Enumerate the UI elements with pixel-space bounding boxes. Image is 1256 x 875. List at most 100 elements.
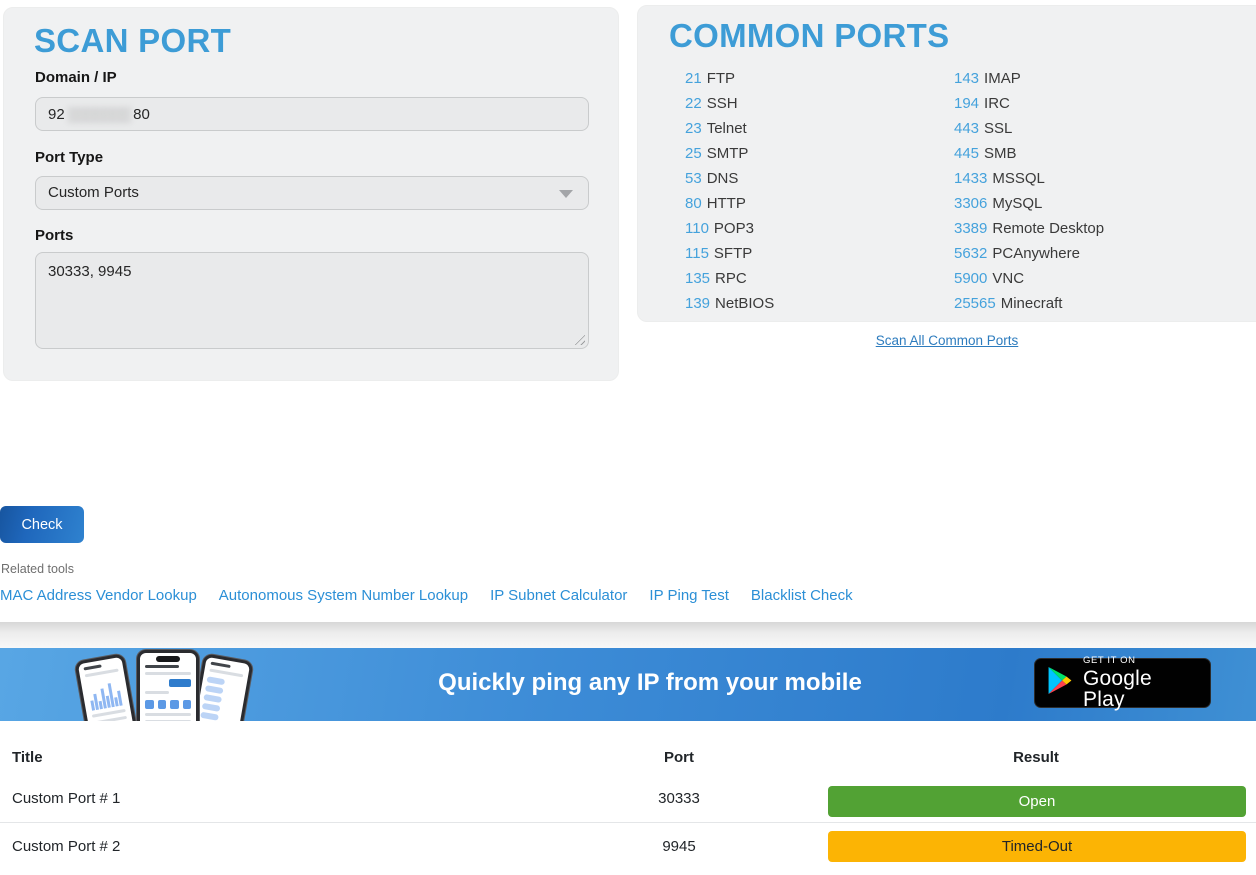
port-name: NetBIOS	[715, 295, 774, 312]
port-number: 110	[685, 220, 709, 237]
domain-ip-value-suffix: 80	[133, 106, 150, 123]
port-name: IMAP	[984, 70, 1021, 87]
scan-all-wrap: Scan All Common Ports	[637, 332, 1256, 350]
port-name: VNC	[992, 270, 1024, 287]
common-ports-column-right: 143 IMAP 194 IRC 443 SSL 445 SMB 1433 MSSQL 3…	[954, 66, 1104, 316]
resize-handle-icon[interactable]	[572, 332, 585, 345]
port-number: 21	[685, 70, 702, 87]
result-row-port: 9945	[619, 838, 739, 855]
port-name: PCAnywhere	[992, 245, 1080, 262]
port-number: 3389	[954, 220, 987, 237]
port-number: 5900	[954, 270, 987, 287]
ports-label: Ports	[35, 227, 73, 244]
common-port-item[interactable]: 3306MySQL	[954, 191, 1104, 216]
section-divider	[0, 622, 1256, 648]
port-name: MSSQL	[992, 170, 1045, 187]
port-number: 135	[685, 270, 710, 287]
common-port-item[interactable]: 21 FTP	[685, 66, 774, 91]
common-port-item[interactable]: 53DNS	[685, 166, 774, 191]
port-name: SSL	[984, 120, 1012, 137]
port-name: SFTP	[714, 245, 752, 262]
common-port-item[interactable]: 5900 VNC	[954, 266, 1104, 291]
scan-all-common-ports-link[interactable]: Scan All Common Ports	[876, 333, 1019, 348]
port-name: Telnet	[707, 120, 747, 137]
results-header-title: Title	[12, 749, 43, 766]
phone-mockup-center	[137, 650, 199, 721]
results-header-result: Result	[916, 749, 1156, 766]
domain-ip-input[interactable]: 92▒▒▒▒▒▒▒80	[35, 97, 589, 131]
badge-get-it-on: GET IT ON	[1083, 656, 1197, 666]
port-number: 3306	[954, 195, 987, 212]
common-port-item[interactable]: 1433 MSSQL	[954, 166, 1104, 191]
common-port-item[interactable]: 135RPC	[685, 266, 774, 291]
port-number: 23	[685, 120, 702, 137]
common-port-item[interactable]: 143 IMAP	[954, 66, 1104, 91]
scan-port-title: SCAN PORT	[34, 22, 231, 60]
port-type-label: Port Type	[35, 149, 103, 166]
port-name: FTP	[707, 70, 735, 87]
port-number: 194	[954, 95, 979, 112]
common-port-item[interactable]: 445 SMB	[954, 141, 1104, 166]
scan-port-panel: SCAN PORT Domain / IP 92▒▒▒▒▒▒▒80 Port T…	[3, 7, 619, 381]
port-name: IRC	[984, 95, 1010, 112]
port-number: 53	[685, 170, 702, 187]
port-number: 443	[954, 120, 979, 137]
common-port-item[interactable]: 194 IRC	[954, 91, 1104, 116]
results-header-port: Port	[619, 749, 739, 766]
result-row-title: Custom Port # 1	[12, 790, 120, 807]
google-play-badge[interactable]: GET IT ON Google Play	[1034, 658, 1211, 708]
common-port-item[interactable]: 139 NetBIOS	[685, 291, 774, 316]
mini-app-icons	[145, 700, 191, 709]
check-button[interactable]: Check	[0, 506, 84, 543]
domain-ip-value-prefix: 92	[48, 106, 65, 123]
domain-ip-label: Domain / IP	[35, 69, 117, 86]
ports-value: 30333, 9945	[48, 263, 131, 280]
row-divider	[0, 822, 1256, 823]
port-name: POP3	[714, 220, 754, 237]
domain-ip-value-masked: ▒▒▒▒▒▒▒	[68, 106, 130, 122]
port-type-selected-value: Custom Ports	[48, 184, 139, 201]
result-row-title: Custom Port # 2	[12, 838, 120, 855]
common-port-item[interactable]: 25565Minecraft	[954, 291, 1104, 316]
common-port-item[interactable]: 5632 PCAnywhere	[954, 241, 1104, 266]
link-ip-ping-test[interactable]: IP Ping Test	[649, 587, 729, 604]
port-name: Remote Desktop	[992, 220, 1104, 237]
link-autonomous-system-number-lookup[interactable]: Autonomous System Number Lookup	[219, 587, 468, 604]
port-name: SMB	[984, 145, 1017, 162]
port-number: 445	[954, 145, 979, 162]
common-ports-column-left: 21 FTP 22 SSH 23 Telnet 25SMTP 53DNS 80HTTP…	[685, 66, 774, 316]
port-scanner-page: SCAN PORT Domain / IP 92▒▒▒▒▒▒▒80 Port T…	[0, 0, 1256, 875]
badge-google-play: Google Play	[1083, 668, 1197, 710]
common-port-item[interactable]: 22 SSH	[685, 91, 774, 116]
common-port-item[interactable]: 23 Telnet	[685, 116, 774, 141]
port-number: 5632	[954, 245, 987, 262]
status-badge-timed-out: Timed-Out	[828, 831, 1246, 862]
related-tools-links: MAC Address Vendor Lookup Autonomous Sys…	[0, 587, 853, 604]
related-tools-label: Related tools	[1, 562, 74, 576]
port-name: SSH	[707, 95, 738, 112]
port-name: SMTP	[707, 145, 749, 162]
common-port-item[interactable]: 443 SSL	[954, 116, 1104, 141]
port-name: Minecraft	[1001, 295, 1063, 312]
port-number: 143	[954, 70, 979, 87]
common-port-item[interactable]: 3389 Remote Desktop	[954, 216, 1104, 241]
link-blacklist-check[interactable]: Blacklist Check	[751, 587, 853, 604]
common-port-item[interactable]: 25SMTP	[685, 141, 774, 166]
chevron-down-icon	[559, 190, 573, 198]
port-type-select[interactable]: Custom Ports	[35, 176, 589, 210]
result-row-port: 30333	[619, 790, 739, 807]
link-mac-address-vendor-lookup[interactable]: MAC Address Vendor Lookup	[0, 587, 197, 604]
port-number: 139	[685, 295, 710, 312]
common-ports-title: COMMON PORTS	[669, 17, 949, 55]
ports-textarea[interactable]: 30333, 9945	[35, 252, 589, 349]
common-port-item[interactable]: 80HTTP	[685, 191, 774, 216]
port-number: 22	[685, 95, 702, 112]
status-badge-open: Open	[828, 786, 1246, 817]
common-port-item[interactable]: 110 POP3	[685, 216, 774, 241]
port-number: 1433	[954, 170, 987, 187]
link-ip-subnet-calculator[interactable]: IP Subnet Calculator	[490, 587, 627, 604]
common-port-item[interactable]: 115SFTP	[685, 241, 774, 266]
mini-button	[169, 679, 191, 687]
google-play-icon	[1048, 667, 1072, 699]
common-ports-panel: COMMON PORTS 21 FTP 22 SSH 23 Telnet 25SMTP…	[637, 5, 1256, 322]
